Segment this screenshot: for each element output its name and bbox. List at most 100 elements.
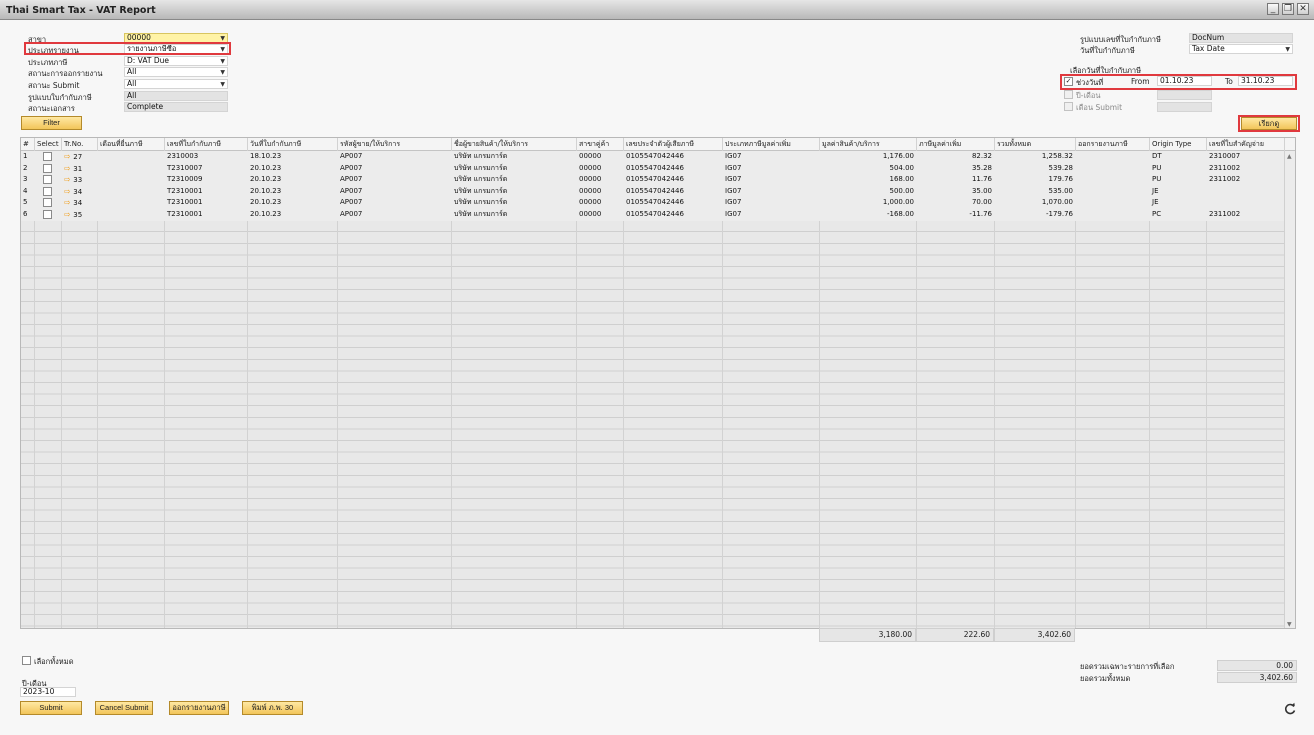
row-select-checkbox[interactable] [43, 198, 52, 208]
period-input[interactable]: 2023-10 [20, 687, 76, 697]
table-cell: 00000 [579, 175, 602, 184]
table-cell: IG07 [725, 198, 742, 207]
tr-no-cell: ⇨ 35 [62, 209, 98, 221]
table-cell [1207, 197, 1285, 209]
to-label: To [1225, 77, 1233, 86]
table-cell: บริษัท แกรมการ์ด [454, 163, 508, 172]
column-header[interactable]: Origin Type [1150, 138, 1207, 151]
close-icon[interactable]: ✕ [1297, 3, 1309, 15]
form-value: 00000 [127, 33, 151, 42]
column-header[interactable]: Select [35, 138, 62, 151]
column-header[interactable]: ออกรายงานภาษี [1076, 138, 1150, 151]
column-header[interactable]: มูลค่าสินค้า/บริการ [820, 138, 917, 151]
chevron-down-icon: ▼ [220, 81, 225, 88]
restore-icon[interactable]: ❐ [1282, 3, 1294, 15]
column-divider [623, 151, 624, 628]
table-cell: PC [1152, 210, 1162, 218]
table-cell: DT [1152, 152, 1162, 160]
column-header[interactable]: เลขที่ใบกำกับภาษี [165, 138, 248, 151]
tr-no-value: 34 [73, 187, 83, 196]
date-range-label: ช่วงวันที่ [1076, 78, 1104, 87]
form-dropdown[interactable]: All ▼ [124, 67, 228, 77]
grand-total-label: ยอดรวมทั้งหมด [1080, 674, 1131, 683]
column-header[interactable]: เลขประจำตัวผู้เสียภาษี [624, 138, 723, 151]
table-row[interactable]: 6 ⇨ 35 T2310001 20.10.23 AP007 บริษัท แกรมการ… [21, 209, 1285, 221]
tax-date-dropdown[interactable]: Tax Date ▼ [1189, 44, 1293, 54]
column-header[interactable]: สาขาคู่ค้า [577, 138, 624, 151]
table-row[interactable]: 3 ⇨ 33 T2310009 20.10.23 AP007 บริษัท แกรมการ… [21, 174, 1285, 186]
table-cell: AP007 [340, 186, 363, 195]
form-label: สถานะการออกรายงาน [28, 69, 103, 78]
table-cell: 00000 [579, 210, 602, 218]
column-header[interactable]: วันที่ใบกำกับภาษี [248, 138, 338, 151]
match-button[interactable]: เรียกดู [1241, 117, 1297, 130]
table-cell: PU [1152, 175, 1162, 184]
selected-total-value: 0.00 [1217, 660, 1297, 671]
table-cell: บริษัท แกรมการ์ด [454, 198, 508, 207]
row-select-checkbox[interactable] [43, 163, 52, 173]
table-cell [1207, 186, 1285, 198]
tax-date-value: Tax Date [1192, 44, 1225, 53]
column-divider [1075, 151, 1076, 628]
column-header[interactable]: เดือนที่ยื่นภาษี [98, 138, 165, 151]
print-form-button[interactable]: พิมพ์ ภ.พ. 30 [242, 701, 303, 715]
link-arrow-icon[interactable]: ⇨ [64, 210, 73, 219]
column-header[interactable]: เลขที่ใบสำคัญจ่าย [1207, 138, 1285, 151]
table-cell: 2311002 [1209, 210, 1241, 218]
form-label: สถานะเอกสาร [28, 104, 75, 113]
scroll-down-icon[interactable]: ▼ [1287, 621, 1292, 628]
link-arrow-icon[interactable]: ⇨ [64, 152, 73, 161]
row-select-checkbox[interactable] [43, 175, 52, 185]
table-row[interactable]: 1 ⇨ 27 2310003 18.10.23 AP007 บริษัท แกรมการ์… [21, 151, 1285, 163]
column-header[interactable]: รวมทั้งหมด [995, 138, 1076, 151]
row-select-checkbox[interactable] [43, 186, 52, 196]
row-select-checkbox[interactable] [43, 152, 52, 161]
tr-no-cell: ⇨ 34 [62, 197, 98, 209]
column-divider [819, 151, 820, 628]
date-range-checkbox[interactable]: ✓ [1064, 77, 1073, 86]
select-all-checkbox[interactable] [22, 656, 31, 665]
table-cell: บริษัท แกรมการ์ด [454, 210, 508, 218]
table-row[interactable]: 4 ⇨ 34 T2310001 20.10.23 AP007 บริษัท แกรมการ… [21, 185, 1285, 198]
refresh-icon[interactable] [1283, 702, 1297, 716]
column-divider [722, 151, 723, 628]
link-arrow-icon[interactable]: ⇨ [64, 164, 73, 173]
table-row[interactable]: 2 ⇨ 31 T2310007 20.10.23 AP007 บริษัท แกรมการ… [21, 162, 1285, 175]
tr-no-value: 31 [73, 164, 83, 173]
vertical-scrollbar[interactable]: ▲ ▼ [1284, 151, 1295, 628]
to-date-input[interactable]: 31.10.23 [1238, 76, 1293, 86]
submit-button[interactable]: Submit [20, 701, 82, 715]
column-header[interactable]: ภาษีมูลค่าเพิ่ม [917, 138, 995, 151]
scroll-up-icon[interactable]: ▲ [1287, 153, 1292, 160]
total-grand: 3,402.60 [994, 628, 1075, 642]
column-header[interactable]: Tr.No. [62, 138, 98, 151]
month-submit-checkbox[interactable] [1064, 102, 1073, 111]
table-cell: 20.10.23 [250, 210, 282, 218]
cancel-submit-button[interactable]: Cancel Submit [95, 701, 153, 715]
table-cell: JE [1152, 186, 1159, 195]
link-arrow-icon[interactable]: ⇨ [64, 187, 73, 196]
column-header[interactable]: รหัสผู้ขาย/ให้บริการ [338, 138, 452, 151]
doc-format-field: DocNum [1189, 33, 1293, 43]
year-month-checkbox[interactable] [1064, 90, 1073, 99]
table-cell: บริษัท แกรมการ์ด [454, 186, 508, 195]
tr-no-cell: ⇨ 33 [62, 174, 98, 186]
filter-button[interactable]: Filter [21, 116, 82, 130]
column-header[interactable]: # [21, 138, 35, 151]
issue-report-button[interactable]: ออกรายงานภาษี [169, 701, 229, 715]
column-header[interactable]: ชื่อผู้ขายสินค้า/ให้บริการ [452, 138, 577, 151]
column-header[interactable]: ประเภทภาษีมูลค่าเพิ่ม [723, 138, 820, 151]
form-dropdown[interactable]: D: VAT Due ▼ [124, 56, 228, 66]
table-cell: AP007 [340, 163, 363, 172]
table-cell [1076, 209, 1150, 221]
link-arrow-icon[interactable]: ⇨ [64, 175, 73, 184]
form-dropdown[interactable]: All ▼ [124, 79, 228, 89]
form-label: สถานะ Submit [28, 81, 80, 90]
link-arrow-icon[interactable]: ⇨ [64, 198, 73, 207]
from-date-input[interactable]: 01.10.23 [1157, 76, 1212, 86]
row-select-checkbox[interactable] [43, 210, 52, 219]
form-value: All [127, 79, 137, 88]
minimize-icon[interactable]: _ [1267, 3, 1279, 15]
table-row[interactable]: 5 ⇨ 34 T2310001 20.10.23 AP007 บริษัท แกรมการ… [21, 197, 1285, 209]
table-cell [1076, 151, 1150, 163]
